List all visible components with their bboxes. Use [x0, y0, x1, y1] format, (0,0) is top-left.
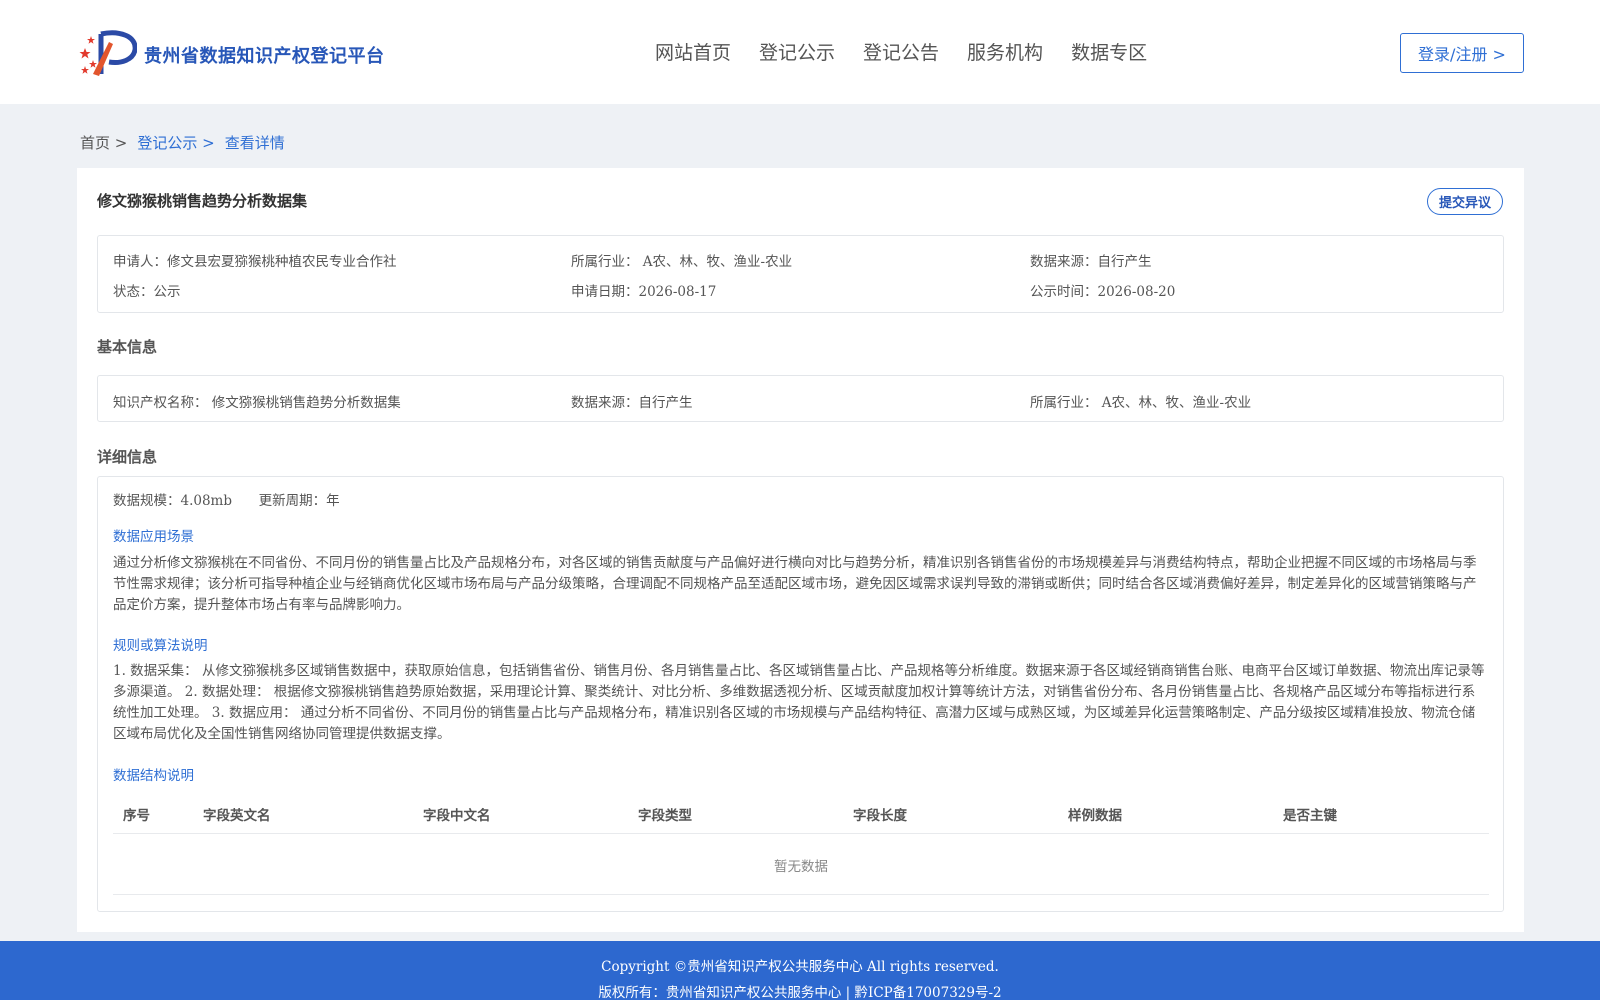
rules-title: 规则或算法说明	[113, 638, 208, 654]
detail-card: 修文猕猴桃销售趋势分析数据集 提交异议 申请人：修文县宏夏猕猴桃种植农民专业合作…	[77, 168, 1524, 932]
data-scale-line: 数据规模：4.08mb 更新周期：年	[113, 489, 340, 509]
scenario-title: 数据应用场景	[113, 529, 194, 545]
platform-logo[interactable]	[79, 28, 137, 78]
industry: 所属行业： A农、林、牧、渔业-农业	[571, 254, 793, 270]
basic-data-source: 数据来源：自行产生	[571, 395, 693, 411]
breadcrumb-registration-notice[interactable]: 登记公示 >	[137, 132, 214, 153]
ip-name: 知识产权名称： 修文猕猴桃销售趋势分析数据集	[113, 395, 401, 411]
brand-name: 贵州省数据知识产权登记平台	[144, 46, 385, 67]
data-source: 数据来源：自行产生	[1030, 254, 1152, 270]
nav-registration-announcement[interactable]: 登记公告	[863, 38, 939, 65]
record-title: 修文猕猴桃销售趋势分析数据集	[97, 192, 308, 210]
login-register-button[interactable]: 登录/注册 >	[1400, 33, 1524, 73]
detail-info-box: 数据规模：4.08mb 更新周期：年 数据应用场景 通过分析修文猕猴桃在不同省份…	[97, 476, 1504, 912]
col-index: 序号	[123, 808, 150, 824]
basic-info-heading: 基本信息	[97, 338, 158, 356]
publish-date: 公示时间：2026-08-20	[1030, 284, 1176, 300]
breadcrumb: 首页 > 登记公示 > 查看详情	[80, 132, 285, 153]
table-empty-state: 暂无数据	[113, 835, 1489, 895]
summary-box: 申请人：修文县宏夏猕猴桃种植农民专业合作社 所属行业： A农、林、牧、渔业-农业…	[97, 235, 1504, 313]
site-header: 贵州省数据知识产权登记平台 网站首页 登记公示 登记公告 服务机构 数据专区 登…	[0, 0, 1600, 104]
apply-date: 申请日期：2026-08-17	[571, 284, 717, 300]
breadcrumb-home[interactable]: 首页 >	[80, 132, 127, 153]
site-footer: Copyright ©贵州省知识产权公共服务中心 All rights rese…	[0, 941, 1600, 1000]
structure-table-header: 序号 字段英文名 字段中文名 字段类型 字段长度 样例数据 是否主键	[113, 794, 1489, 834]
nav-registration-notice[interactable]: 登记公示	[759, 38, 835, 65]
data-scale: 数据规模：4.08mb	[113, 493, 233, 509]
nav-data-zone[interactable]: 数据专区	[1071, 38, 1147, 65]
basic-info-box: 知识产权名称： 修文猕猴桃销售趋势分析数据集 数据来源：自行产生 所属行业： A…	[97, 375, 1504, 422]
footer-copyright: Copyright ©贵州省知识产权公共服务中心 All rights rese…	[601, 959, 999, 975]
nav-home[interactable]: 网站首页	[655, 38, 731, 65]
detail-info-heading: 详细信息	[97, 448, 158, 466]
footer-icp[interactable]: 版权所有：贵州省知识产权公共服务中心 | 黔ICP备17007329号-2	[0, 981, 1600, 1000]
basic-industry: 所属行业： A农、林、牧、渔业-农业	[1030, 395, 1252, 411]
main-nav: 网站首页 登记公示 登记公告 服务机构 数据专区	[655, 38, 1147, 65]
breadcrumb-current[interactable]: 查看详情	[225, 132, 285, 153]
col-sample-data: 样例数据	[1068, 808, 1122, 824]
update-cycle: 更新周期：年	[258, 493, 340, 509]
col-english-name: 字段英文名	[203, 808, 271, 824]
status: 状态：公示	[113, 284, 181, 300]
nav-service-agencies[interactable]: 服务机构	[967, 38, 1043, 65]
col-chinese-name: 字段中文名	[423, 808, 491, 824]
structure-title: 数据结构说明	[113, 768, 194, 784]
applicant: 申请人：修文县宏夏猕猴桃种植农民专业合作社	[113, 254, 397, 270]
scenario-text: 通过分析修文猕猴桃在不同省份、不同月份的销售量占比及产品规格分布，对各区域的销售…	[113, 555, 1477, 613]
rules-text: 1. 数据采集： 从修文猕猴桃多区域销售数据中，获取原始信息，包括销售省份、销售…	[113, 663, 1485, 742]
submit-objection-button[interactable]: 提交异议	[1427, 188, 1503, 215]
col-primary-key: 是否主键	[1283, 808, 1337, 824]
col-field-type: 字段类型	[638, 808, 692, 824]
col-field-length: 字段长度	[853, 808, 907, 824]
